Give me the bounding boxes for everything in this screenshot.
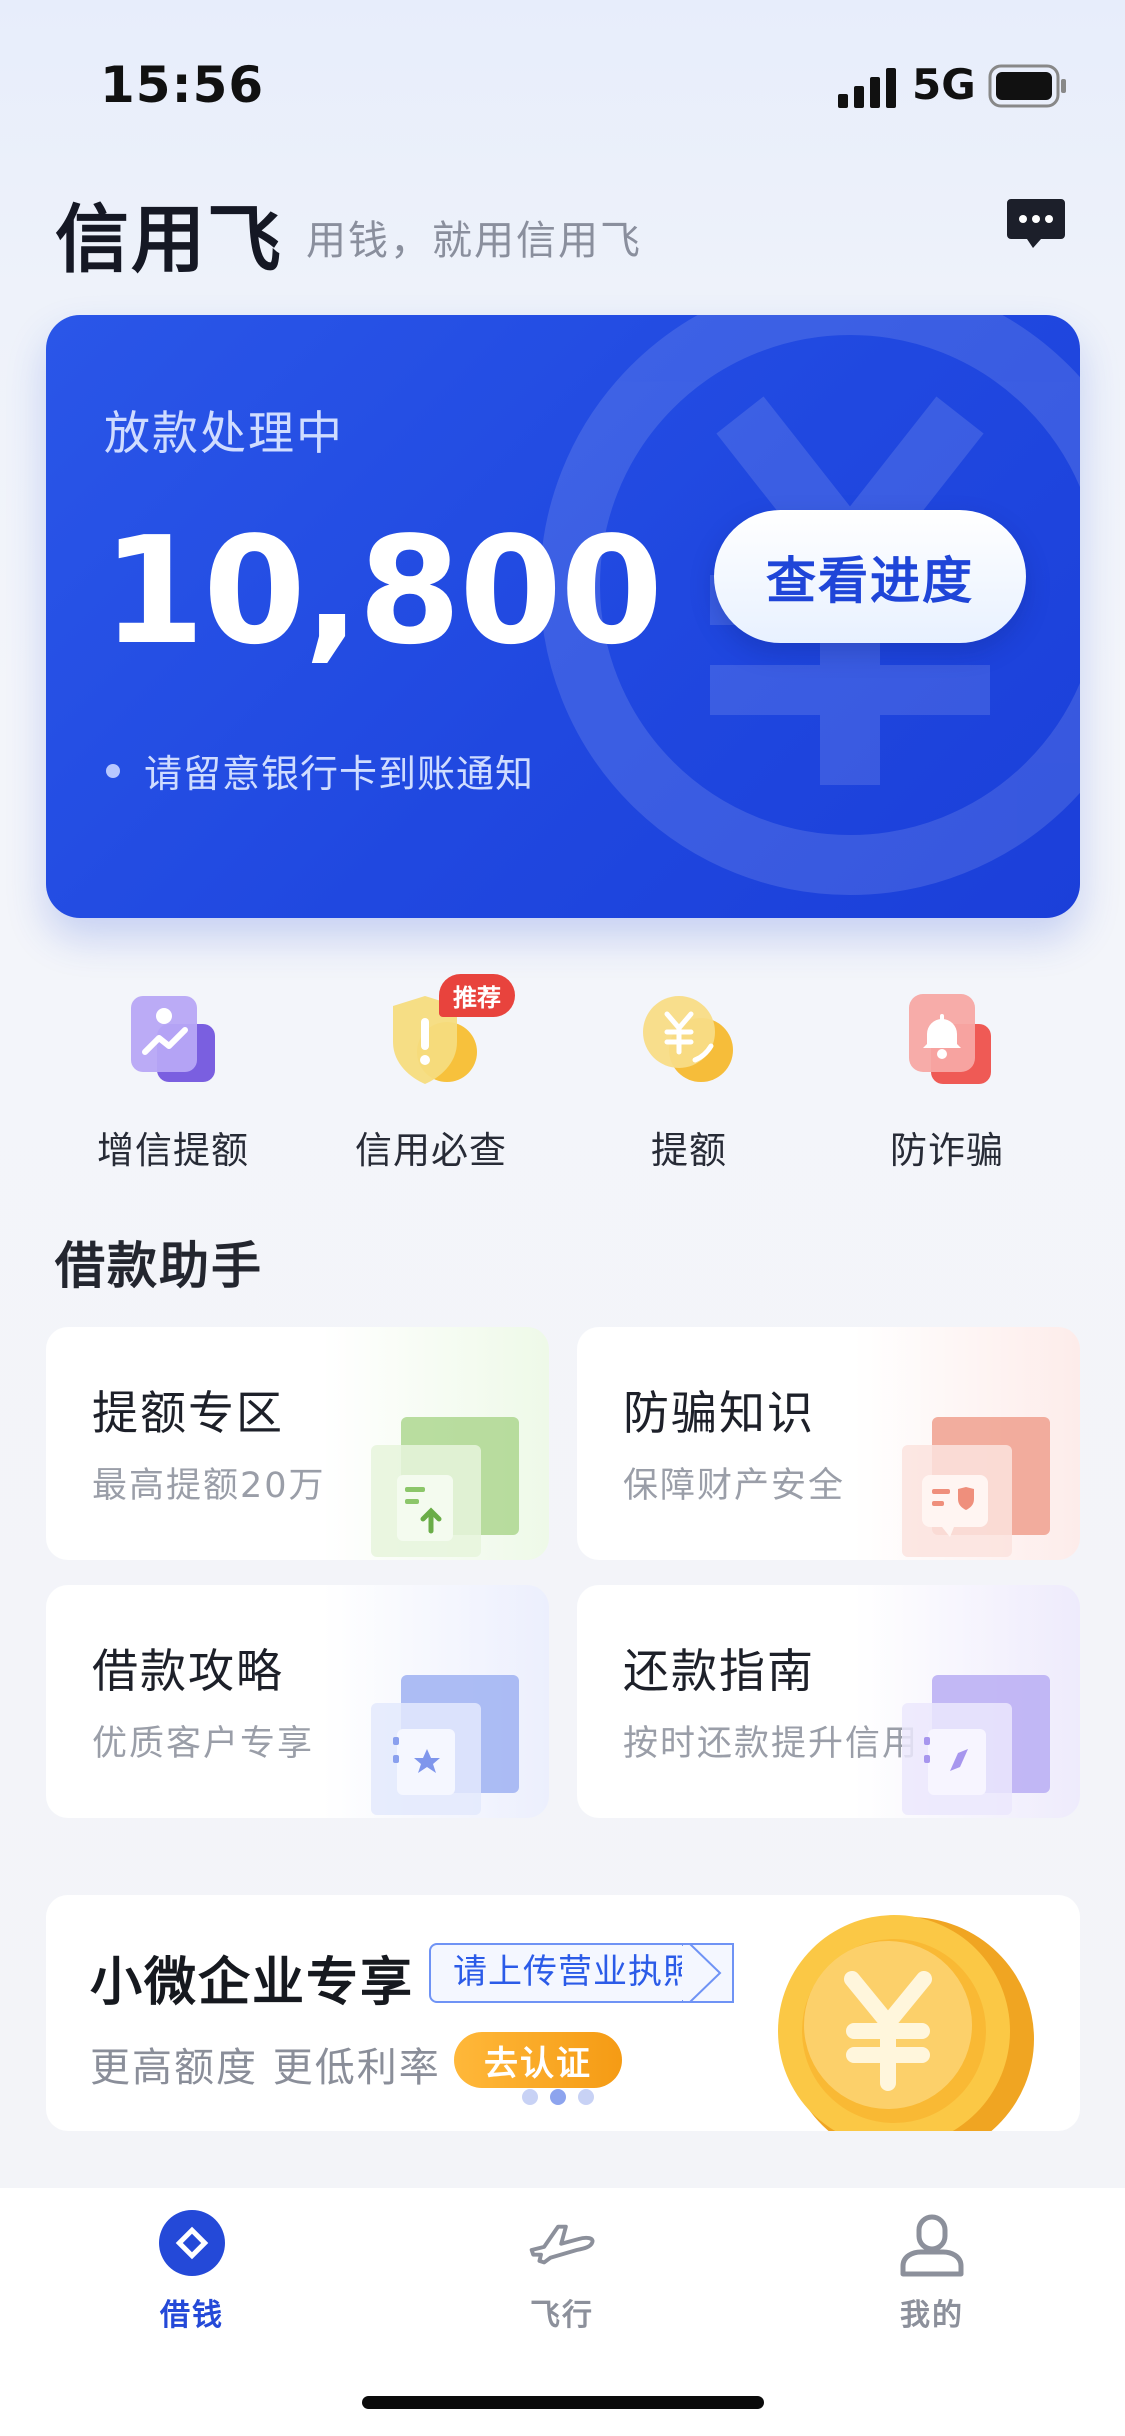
tile-title: 借款攻略 [92,1644,284,1698]
promo-banner-small-business[interactable]: 小微企业专享 请上传营业执照 更高额度 更低利率 去认证 [46,1895,1080,2131]
verify-button[interactable]: 去认证 [454,2032,622,2088]
credit-boost-icon [131,996,215,1082]
pager-dot-active [550,2089,566,2105]
quick-action-credit-boost[interactable]: 增信提额 [53,990,293,1172]
tile-subtitle: 最高提额20万 [92,1466,326,1506]
view-progress-button[interactable]: 查看进度 [714,510,1026,643]
tab-label: 我的 [900,2298,964,2333]
tile-title: 提额专区 [92,1386,284,1440]
battery-icon [988,64,1066,108]
tag-arrow-icon [682,1943,722,2003]
message-icon[interactable] [1005,195,1067,251]
tile-subtitle: 优质客户专享 [92,1724,315,1764]
yuan-coin-icon [643,996,733,1082]
user-icon [900,2214,964,2277]
brand-logo-text: 信用飞 [55,197,283,283]
tab-borrow[interactable]: 借钱 [92,2208,292,2333]
quick-action-label: 增信提额 [97,1129,249,1172]
quick-action-label: 信用必查 [355,1129,507,1172]
recommend-badge: 推荐 [439,974,515,1017]
tile-subtitle: 保障财产安全 [623,1466,846,1506]
banner-pager [522,2089,594,2105]
upload-document-icon [371,1417,519,1557]
star-book-icon [371,1675,519,1815]
tile-title: 防骗知识 [623,1386,815,1440]
pager-dot [522,2089,538,2105]
bell-alert-icon [909,994,991,1084]
tab-flight[interactable]: 飞行 [462,2208,662,2333]
loan-amount: 10,800 [102,505,663,677]
home-indicator [362,2396,764,2409]
diamond-icon [159,2210,225,2276]
tile-loan-guide[interactable]: 借款攻略 优质客户专享 [46,1585,549,1818]
tile-repayment-guide[interactable]: 还款指南 按时还款提升信用 [577,1585,1080,1818]
tab-label: 借钱 [160,2298,224,2333]
promo-subtitle: 更高额度 更低利率 [90,2045,441,2091]
quick-action-label: 提额 [651,1129,727,1172]
slogan: 用钱，就用信用飞 [306,218,642,264]
tile-subtitle: 按时还款提升信用 [623,1724,920,1764]
quick-action-label: 防诈骗 [890,1129,1004,1172]
loan-status-label: 放款处理中 [104,406,344,460]
loan-status-card[interactable]: 放款处理中 10,800 查看进度 请留意银行卡到账通知 [46,315,1080,918]
shield-message-icon [902,1417,1050,1557]
signal-icon [838,68,896,108]
status-time: 15:56 [100,56,265,114]
airplane-icon [529,2224,595,2265]
loan-note: 请留意银行卡到账通知 [106,743,534,798]
tile-anti-fraud-knowledge[interactable]: 防骗知识 保障财产安全 [577,1327,1080,1560]
promo-title: 小微企业专享 [90,1953,415,2013]
tile-title: 还款指南 [623,1644,815,1698]
compass-book-icon [902,1675,1050,1815]
gold-coin-icon [778,1915,1034,2131]
tile-limit-zone[interactable]: 提额专区 最高提额20万 [46,1327,549,1560]
tab-mine[interactable]: 我的 [832,2208,1032,2333]
quick-action-credit-check[interactable]: 推荐 信用必查 [311,974,551,1172]
section-title-loan-assistant: 借款助手 [55,1237,263,1295]
pager-dot [578,2089,594,2105]
quick-action-raise-limit[interactable]: 提额 [569,990,809,1172]
bullet-dot [106,763,120,778]
tab-label: 飞行 [530,2298,594,2333]
quick-action-anti-fraud[interactable]: 防诈骗 [827,990,1067,1172]
loan-note-text: 请留意银行卡到账通知 [144,752,535,796]
network-label: 5G [912,60,976,109]
